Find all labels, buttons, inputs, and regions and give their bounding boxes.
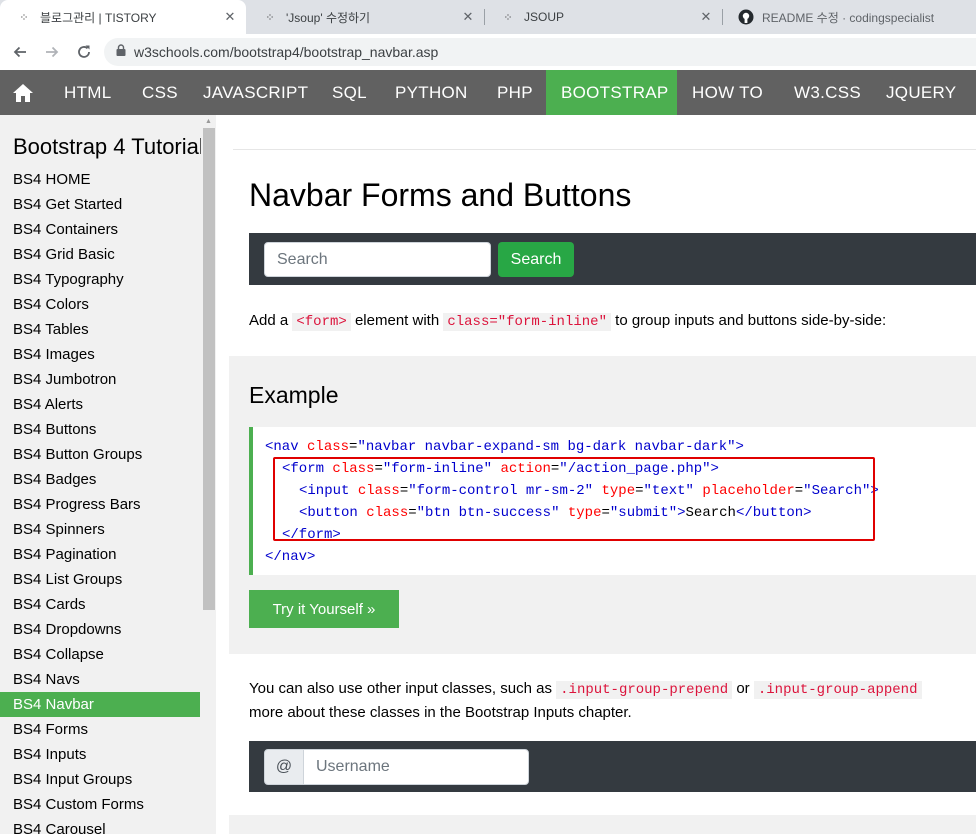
topnav-php[interactable]: PHP [482,70,548,115]
sidebar-item-bs4-collapse[interactable]: BS4 Collapse [0,642,200,667]
browser-tab-jsoup[interactable]: ⁘ JSOUP ✕ [484,0,722,34]
example-box: Example <nav class="navbar navbar-expand… [229,356,976,654]
code-block: <nav class="navbar navbar-expand-sm bg-d… [249,427,976,575]
scrollbar-thumb[interactable] [203,128,215,610]
sidebar-item-bs4-input-groups[interactable]: BS4 Input Groups [0,767,200,792]
page-title: Navbar Forms and Buttons [249,177,632,213]
username-input[interactable]: Username [303,749,529,785]
sidebar-item-bs4-jumbotron[interactable]: BS4 Jumbotron [0,367,200,392]
tab-title: README 수정 · codingspecialist [762,10,935,25]
browser-tab-strip: ⁘ 블로그관리 | TISTORY ✕ ⁘ 'Jsoup' 수정하기 ✕ ⁘ J… [0,0,976,34]
input-group: @ Username [264,749,529,785]
demo-search-button[interactable]: Search [498,242,574,277]
topnav-html[interactable]: HTML [49,70,126,115]
browser-tab-readme[interactable]: README 수정 · codingspecialist [722,0,976,34]
tab-title: 'Jsoup' 수정하기 [286,10,371,25]
search-placeholder: Search [277,250,328,268]
try-it-yourself-button[interactable]: Try it Yourself » [249,590,399,628]
tistory-icon: ⁘ [265,11,275,24]
browser-tab-jsoup-edit[interactable]: ⁘ 'Jsoup' 수정하기 ✕ [246,0,484,34]
topnav-sql[interactable]: SQL [317,70,382,115]
sidebar-item-bs4-grid-basic[interactable]: BS4 Grid Basic [0,242,200,267]
tab-title: 블로그관리 | TISTORY [40,10,157,25]
forward-arrow-icon[interactable] [40,40,64,64]
home-icon[interactable] [0,70,45,115]
sidebar-item-bs4-navbar[interactable]: BS4 Navbar [0,692,200,717]
topnav-jquery[interactable]: JQUERY [871,70,971,115]
code-line: <nav class="navbar navbar-expand-sm bg-d… [265,439,744,455]
paragraph-input-classes-line2: more about these classes in the Bootstra… [249,704,632,721]
tistory-icon: ⁘ [19,11,29,24]
sidebar-item-bs4-images[interactable]: BS4 Images [0,342,200,367]
sidebar-scrollbar[interactable]: ▲ [201,115,216,834]
sidebar-item-bs4-pagination[interactable]: BS4 Pagination [0,542,200,567]
username-placeholder: Username [316,758,390,775]
sidebar-item-bs4-inputs[interactable]: BS4 Inputs [0,742,200,767]
close-icon[interactable]: ✕ [698,9,714,25]
demo-navbar: Search Search [249,233,976,285]
sidebar-item-bs4-button-groups[interactable]: BS4 Button Groups [0,442,200,467]
highlight-annotation-box [273,457,875,541]
sidebar-item-bs4-list-groups[interactable]: BS4 List Groups [0,567,200,592]
divider [233,149,976,150]
input-group-prepend: @ [264,749,304,785]
sidebar-item-bs4-buttons[interactable]: BS4 Buttons [0,417,200,442]
tab-title: JSOUP [524,10,565,24]
sidebar-item-bs4-alerts[interactable]: BS4 Alerts [0,392,200,417]
code-line: </nav> [265,549,316,565]
inline-code: <form> [292,313,351,331]
main-content: Navbar Forms and Buttons Search Search A… [216,115,976,834]
topnav-w3css[interactable]: W3.CSS [779,70,876,115]
paragraph-input-classes: You can also use other input classes, su… [249,677,922,702]
sidebar-item-bs4-tables[interactable]: BS4 Tables [0,317,200,342]
browser-toolbar: w3schools.com/bootstrap4/bootstrap_navba… [0,34,976,71]
demo-navbar-input-group: @ Username [249,741,976,792]
browser-tab-tistory-admin[interactable]: ⁘ 블로그관리 | TISTORY ✕ [0,0,246,34]
sidebar-item-bs4-custom-forms[interactable]: BS4 Custom Forms [0,792,200,817]
inline-code: class="form-inline" [443,313,611,331]
topnav-howto[interactable]: HOW TO [677,70,778,115]
sidebar-item-bs4-colors[interactable]: BS4 Colors [0,292,200,317]
lock-icon [116,43,126,61]
scroll-up-arrow-icon[interactable]: ▲ [205,118,212,125]
topnav-javascript[interactable]: JAVASCRIPT [188,70,323,115]
github-icon [738,9,754,25]
url-text: w3schools.com/bootstrap4/bootstrap_navba… [134,44,439,60]
close-icon[interactable]: ✕ [222,9,238,25]
address-bar[interactable]: w3schools.com/bootstrap4/bootstrap_navba… [104,38,976,66]
inline-code: .input-group-prepend [556,681,733,699]
intro-paragraph: Add a <form> element with class="form-in… [249,312,887,331]
sidebar: Bootstrap 4 Tutorial BS4 HOME BS4 Get Sta… [0,115,216,834]
sidebar-item-bs4-carousel[interactable]: BS4 Carousel [0,817,200,834]
topnav-bootstrap[interactable]: BOOTSTRAP [546,70,677,115]
back-arrow-icon[interactable] [8,40,32,64]
sidebar-item-bs4-progress-bars[interactable]: BS4 Progress Bars [0,492,200,517]
sidebar-item-bs4-get-started[interactable]: BS4 Get Started [0,192,200,217]
demo-search-input[interactable]: Search [264,242,491,277]
reload-icon[interactable] [72,40,96,64]
tistory-icon: ⁘ [503,11,513,24]
sidebar-item-bs4-cards[interactable]: BS4 Cards [0,592,200,617]
topnav-python[interactable]: PYTHON [380,70,483,115]
inline-code: .input-group-append [753,681,922,699]
sidebar-heading: Bootstrap 4 Tutorial [13,134,204,159]
sidebar-item-bs4-containers[interactable]: BS4 Containers [0,217,200,242]
site-top-nav: HTML CSS JAVASCRIPT SQL PYTHON PHP BOOTS… [0,70,976,115]
sidebar-item-bs4-spinners[interactable]: BS4 Spinners [0,517,200,542]
example-heading: Example [249,382,339,408]
sidebar-item-bs4-typography[interactable]: BS4 Typography [0,267,200,292]
topnav-css[interactable]: CSS [127,70,193,115]
sidebar-item-bs4-badges[interactable]: BS4 Badges [0,467,200,492]
next-example-box [229,815,976,834]
sidebar-item-bs4-dropdowns[interactable]: BS4 Dropdowns [0,617,200,642]
sidebar-item-bs4-home[interactable]: BS4 HOME [0,167,200,192]
sidebar-item-bs4-forms[interactable]: BS4 Forms [0,717,200,742]
sidebar-item-bs4-navs[interactable]: BS4 Navs [0,667,200,692]
close-icon[interactable]: ✕ [460,9,476,25]
